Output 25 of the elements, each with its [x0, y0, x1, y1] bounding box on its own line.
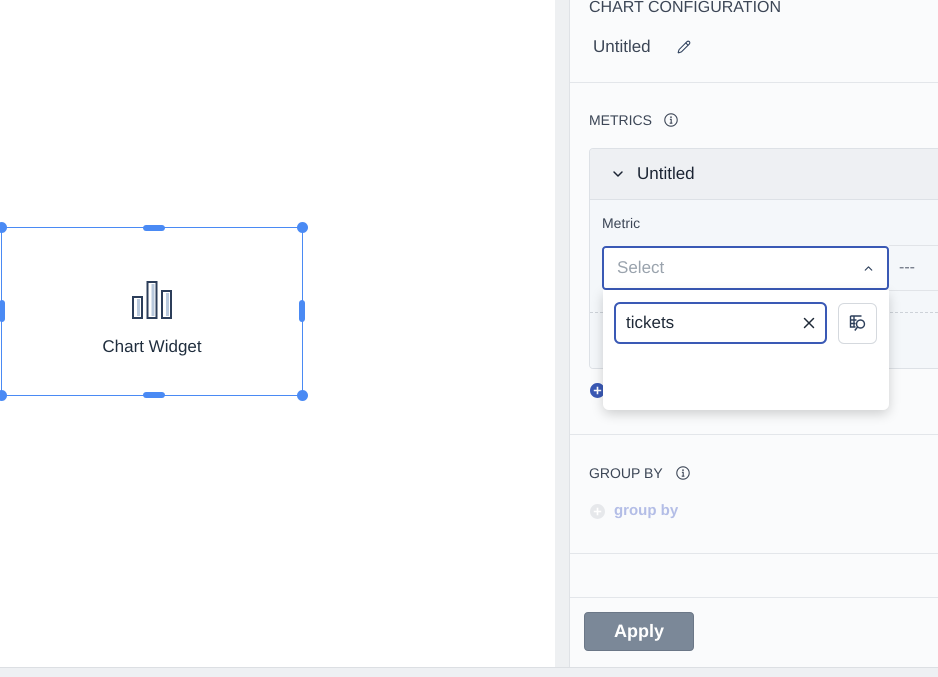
side-resize-handle[interactable] [0, 300, 5, 322]
chart-widget[interactable]: Chart Widget [1, 227, 303, 396]
group-by-heading: GROUP BY [589, 465, 663, 481]
corner-resize-handle[interactable] [297, 222, 308, 233]
side-resize-handle[interactable] [143, 225, 165, 231]
info-icon[interactable] [676, 466, 690, 480]
chart-name: Untitled [593, 36, 651, 58]
table-search-icon [848, 314, 866, 332]
metric-select[interactable]: Select [602, 246, 889, 290]
widget-label: Chart Widget [102, 336, 202, 358]
info-icon[interactable] [664, 113, 678, 127]
search-options-button[interactable] [838, 302, 877, 344]
plus-circle-icon [590, 504, 605, 518]
search-field[interactable]: tickets [614, 302, 827, 344]
metric-field-label: Metric [602, 214, 640, 232]
corner-resize-handle[interactable] [297, 390, 308, 401]
aggregation-field[interactable]: --- [889, 245, 938, 291]
bar-chart-icon [132, 281, 172, 319]
metric-title: Untitled [637, 163, 695, 185]
metric-card-header[interactable]: Untitled [590, 149, 938, 200]
side-resize-handle[interactable] [143, 392, 165, 398]
edit-icon[interactable] [676, 40, 691, 54]
panel-title: CHART CONFIGURATION [589, 0, 782, 16]
side-resize-handle[interactable] [299, 300, 305, 322]
metrics-heading: METRICS [589, 112, 652, 128]
